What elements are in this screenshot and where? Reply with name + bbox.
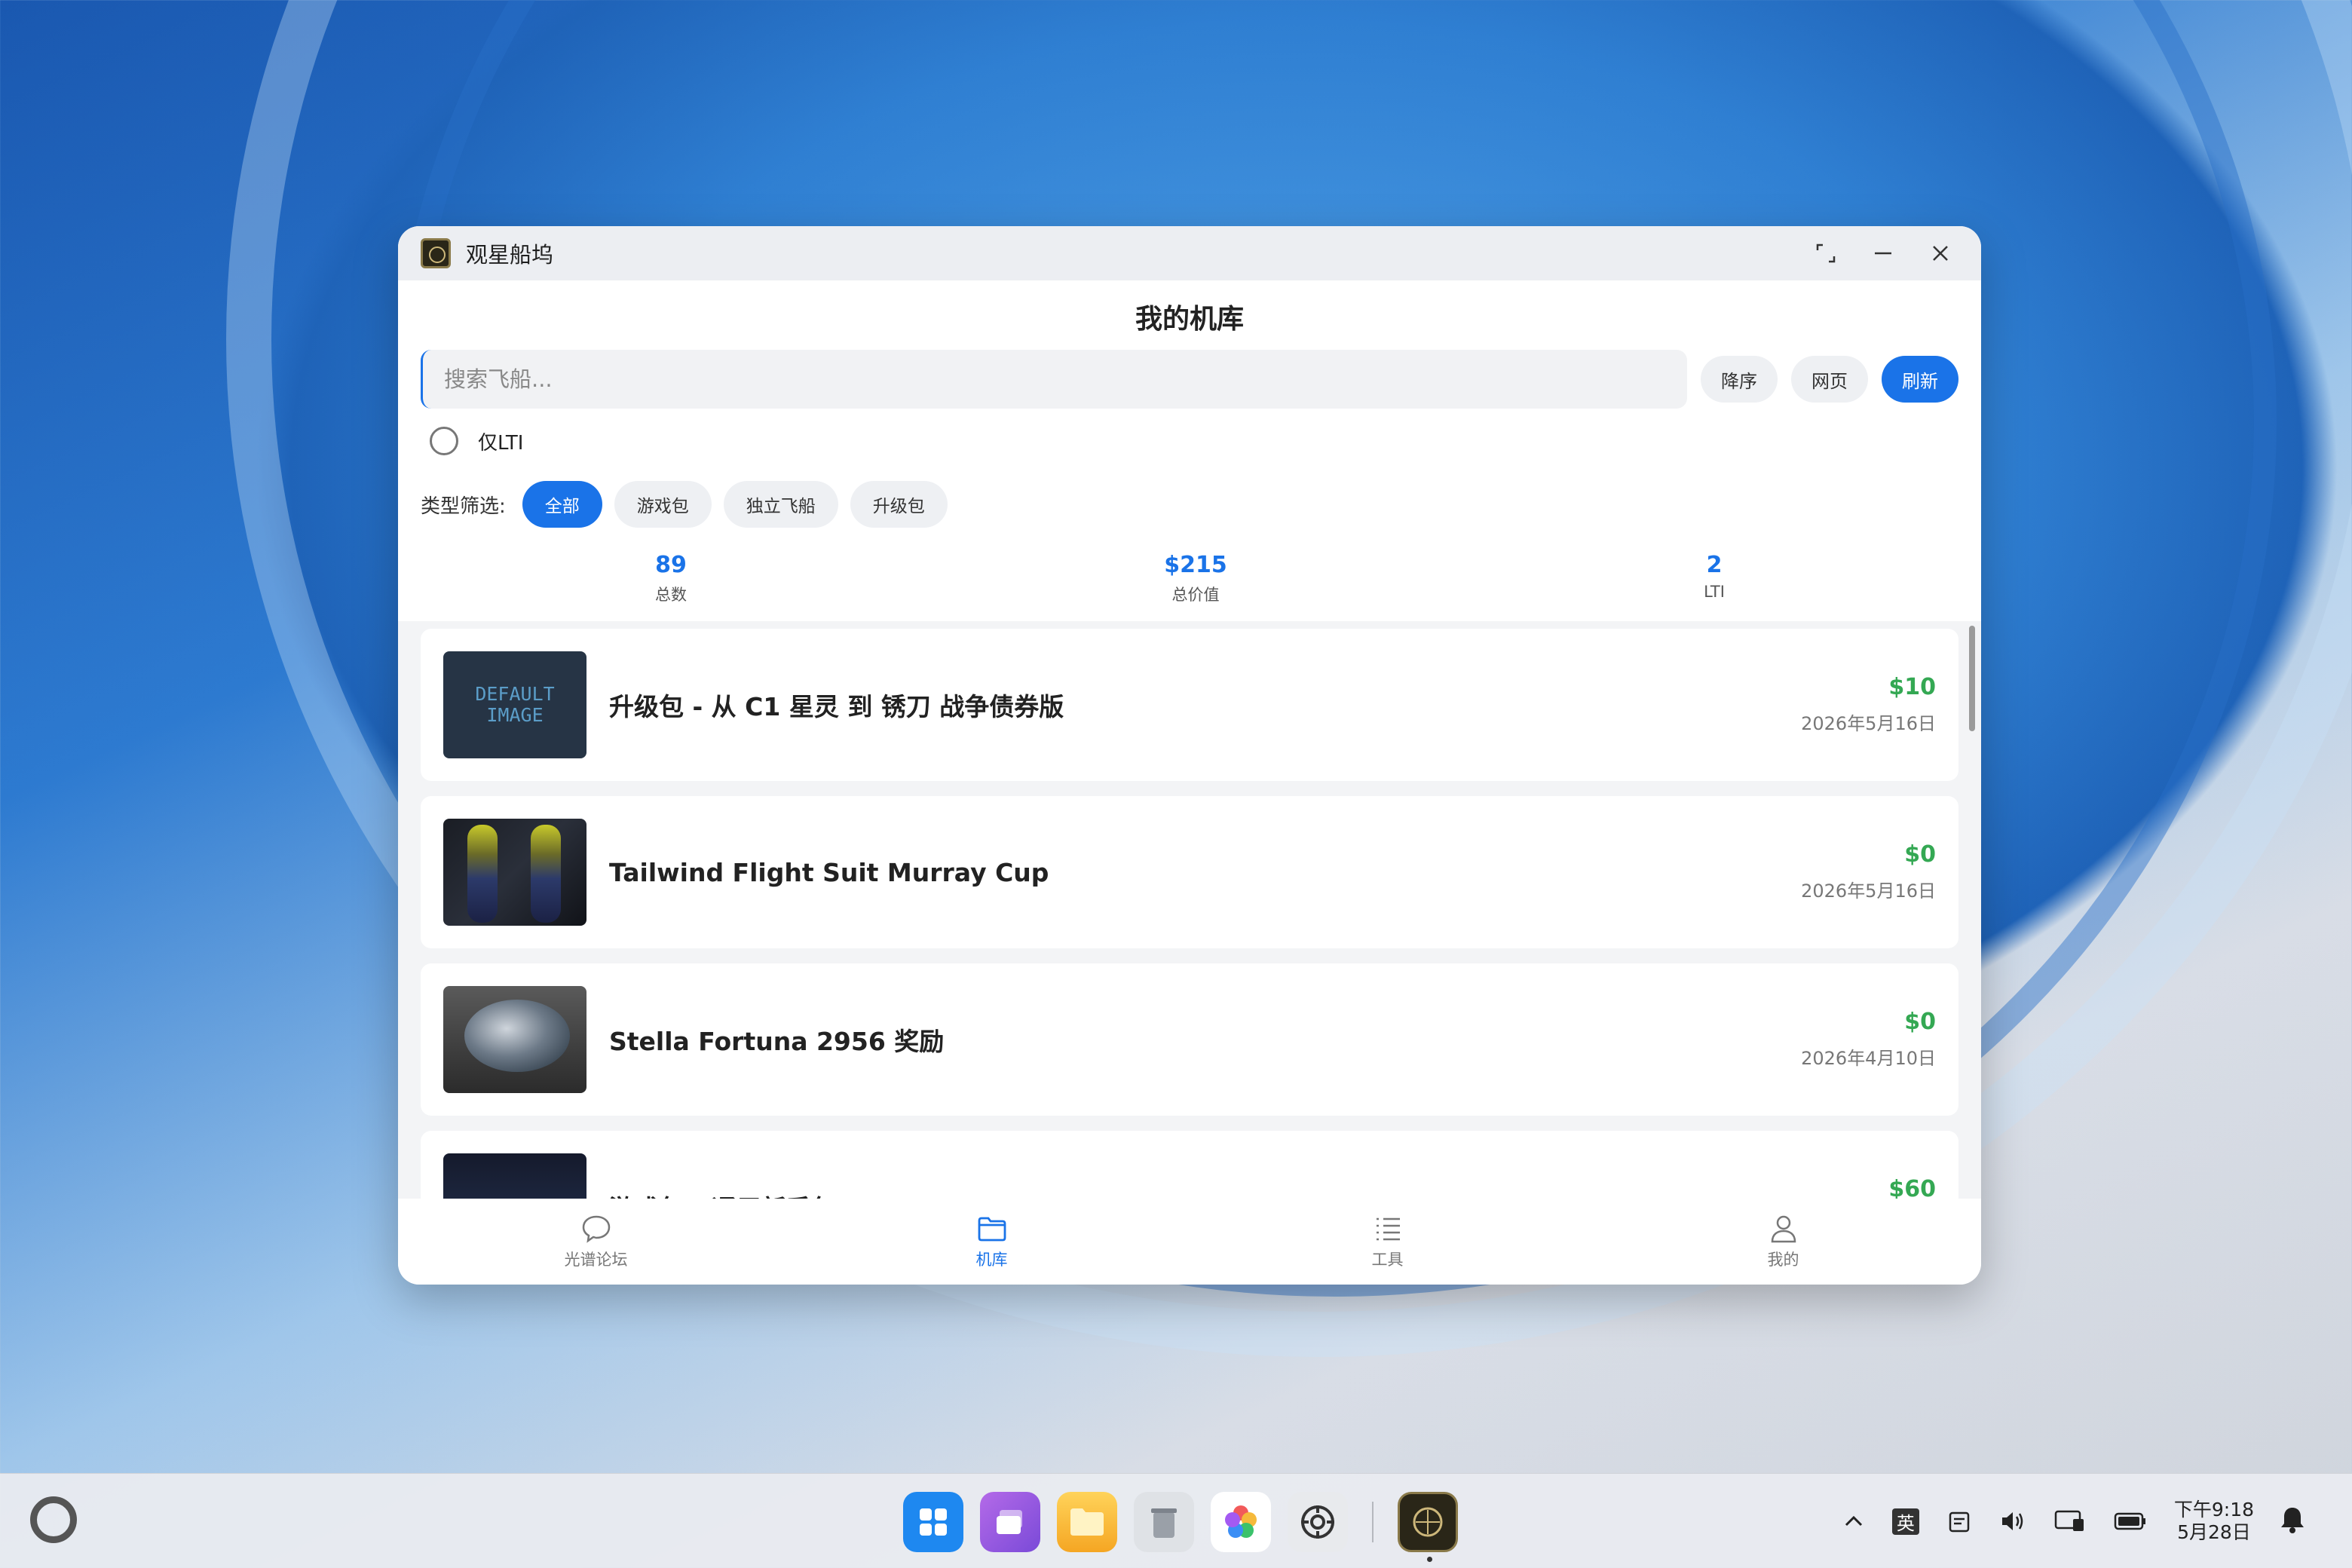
list-item[interactable]: DEFAULT IMAGE 升级包 - 从 C1 星灵 到 锈刀 战争债券版 $… [421,629,1958,781]
list-icon [1376,1217,1400,1241]
folder-icon [978,1217,1006,1242]
app-window: 观星船坞 我的机库 降序 网页 刷新 仅LTI 类型筛选: 全部 游戏包 独立飞… [398,226,1981,1285]
nav-tab-hangar[interactable]: 机库 [902,1213,1083,1270]
stat-lti: 2 LTI [1639,552,1790,601]
stat-lti-value: 2 [1706,552,1723,578]
item-date: 2026年5月16日 [1801,713,1936,734]
window-controls [1815,226,1951,280]
list-item[interactable]: Stella Fortuna 2956 奖励 $0 2026年4月10日 [421,963,1958,1116]
start-button[interactable] [30,1496,77,1543]
stat-value: $215 总价值 [1120,552,1271,605]
search-row: 降序 网页 刷新 [421,350,1958,409]
maximize-icon [1816,243,1836,263]
item-thumbnail-default: DEFAULT IMAGE [443,651,586,758]
nav-label-tools: 工具 [1371,1251,1404,1269]
filter-chip-upgrade[interactable]: 升级包 [850,481,948,528]
hangar-list[interactable]: DEFAULT IMAGE 升级包 - 从 C1 星灵 到 锈刀 战争债券版 $… [398,621,1981,1199]
nav-tab-tools[interactable]: 工具 [1297,1213,1478,1270]
gallery-icon[interactable] [1211,1492,1271,1552]
refresh-button[interactable]: 刷新 [1882,356,1958,403]
app-logo-icon [421,238,451,268]
close-icon [1933,246,1948,261]
type-filter-label: 类型筛选: [421,495,506,518]
chevron-up-icon[interactable] [1842,1510,1865,1533]
type-filter-row: 类型筛选: 全部 游戏包 独立飞船 升级包 [421,481,960,528]
item-price: $0 [1904,1009,1936,1035]
star-dock-app-icon[interactable] [1398,1492,1458,1562]
ime-label: 英 [1891,1508,1919,1535]
item-title: 游戏包 - 通用新手包 [609,1131,836,1199]
dock-separator [1372,1502,1374,1542]
system-tray: 英 下午9:18 5月28日 [1842,1474,2254,1568]
default-image-text: DEFAULT IMAGE [475,683,555,726]
display-icon[interactable] [2053,1508,2087,1534]
dock [903,1492,1458,1562]
clock[interactable]: 下午9:18 5月28日 [2174,1499,2254,1544]
stat-total-value: 89 [655,552,687,578]
list-item[interactable]: 游戏包 - 通用新手包 $60 [421,1131,1958,1199]
filter-chip-game-package[interactable]: 游戏包 [614,481,712,528]
stat-lti-label: LTI [1704,583,1725,601]
settings-gear-icon[interactable] [1288,1492,1348,1552]
stats-bar: 89 总数 $215 总价值 2 LTI [398,552,1981,612]
nav-label-hangar: 机库 [975,1251,1008,1269]
minimize-button[interactable] [1873,243,1894,264]
volume-icon[interactable] [1999,1508,2026,1534]
notification-bell-icon[interactable] [2280,1505,2305,1541]
item-thumbnail-helmet [443,986,586,1093]
battery-icon[interactable] [2114,1511,2147,1531]
item-date: 2026年5月16日 [1801,880,1936,902]
window-title: 观星船坞 [466,242,554,268]
sort-desc-button[interactable]: 降序 [1701,356,1778,403]
clock-time: 下午9:18 [2173,1499,2254,1521]
lti-radio[interactable] [430,427,458,455]
bottom-nav: 光谱论坛 机库 工具 我的 [398,1199,1981,1285]
multitask-icon[interactable] [980,1492,1040,1552]
files-icon[interactable] [1057,1492,1117,1552]
nav-label-forum: 光谱论坛 [564,1251,628,1269]
item-price: $10 [1888,674,1936,700]
item-title: Stella Fortuna 2956 奖励 [609,1027,945,1056]
lti-only-toggle[interactable]: 仅LTI [430,427,523,455]
app-grid-icon[interactable] [903,1492,963,1552]
item-price: $60 [1888,1176,1936,1199]
item-thumbnail-game-package [443,1153,586,1199]
person-icon [1771,1215,1796,1243]
clock-date: 5月28日 [2177,1521,2251,1543]
minimize-icon [1875,252,1891,255]
taskbar: 英 下午9:18 5月28日 [0,1473,2352,1568]
item-date: 2026年4月10日 [1801,1048,1936,1069]
nav-tab-forum[interactable]: 光谱论坛 [506,1213,687,1270]
search-input[interactable] [421,350,1687,409]
nav-label-me: 我的 [1767,1251,1799,1269]
web-button[interactable]: 网页 [1791,356,1868,403]
stat-value-amount: $215 [1164,552,1227,578]
running-indicator [1427,1557,1432,1562]
item-title: 升级包 - 从 C1 星灵 到 锈刀 战争债券版 [609,692,1064,721]
close-button[interactable] [1930,243,1951,264]
ime-indicator[interactable]: 英 [1891,1508,1919,1535]
trash-icon[interactable] [1134,1492,1194,1552]
page-title: 我的机库 [1135,304,1244,335]
list-item[interactable]: Tailwind Flight Suit Murray Cup $0 2026年… [421,796,1958,948]
maximize-button[interactable] [1815,243,1836,264]
item-title: Tailwind Flight Suit Murray Cup [609,857,1049,887]
stat-total-label: 总数 [655,586,687,604]
title-bar[interactable]: 观星船坞 [398,226,1981,280]
lti-only-label: 仅LTI [478,431,524,455]
clipboard-icon[interactable] [1946,1508,1972,1534]
nav-tab-me[interactable]: 我的 [1693,1213,1874,1270]
list-scrollbar[interactable] [1969,626,1975,731]
stat-value-label: 总价值 [1171,586,1220,604]
item-price: $0 [1904,841,1936,868]
item-thumbnail-flight-suit [443,819,586,926]
filter-chip-all[interactable]: 全部 [522,481,602,528]
filter-chip-standalone-ship[interactable]: 独立飞船 [723,481,838,528]
stat-total: 89 总数 [596,552,746,605]
chat-bubble-icon [582,1215,610,1243]
